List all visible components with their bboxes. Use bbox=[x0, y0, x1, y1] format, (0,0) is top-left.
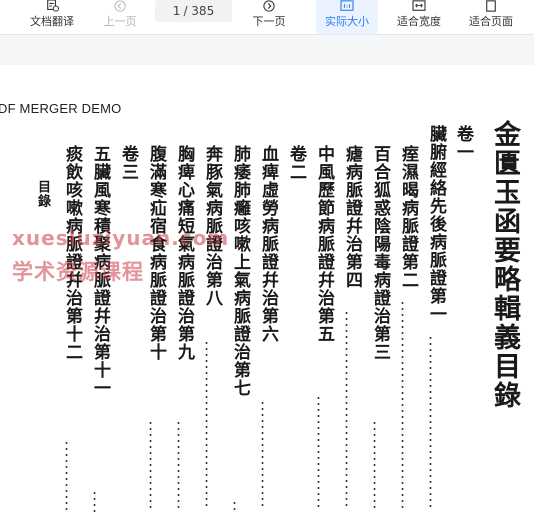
toc-entry: 肺痿肺癰咳嗽上氣病脈證治第七 bbox=[230, 145, 250, 397]
next-page-button[interactable]: 下一页 bbox=[241, 0, 297, 34]
fit-page-icon bbox=[486, 0, 496, 12]
toc-leader-dots bbox=[65, 440, 68, 510]
pdf-banner: DF MERGER DEMO bbox=[0, 101, 122, 116]
chevron-right-icon bbox=[263, 0, 275, 12]
toc-entry: 血痺虛勞病脈證幷治第六 bbox=[258, 145, 278, 343]
toc-leader-dots bbox=[205, 340, 208, 510]
toc-entry: 瘧病脈證幷治第四 bbox=[342, 145, 362, 289]
toc-leader-dots bbox=[177, 420, 180, 510]
prev-page-button[interactable]: 上一页 bbox=[92, 0, 148, 34]
document-title: 金匱玉函要略輯義目錄 bbox=[489, 120, 520, 410]
toc-leader-dots bbox=[261, 400, 264, 510]
fit-width-icon bbox=[412, 0, 426, 11]
toc-entry: 奔豚氣病脈證治第八 bbox=[202, 145, 222, 307]
toc-entry: 臟腑經絡先後病脈證第一 bbox=[426, 125, 446, 323]
page-total: / 385 bbox=[183, 4, 215, 18]
toc-leader-dots bbox=[373, 420, 376, 510]
actual-size-label: 实际大小 bbox=[325, 15, 369, 28]
toc-volume-1: 卷一 bbox=[453, 125, 473, 161]
toc-leader-dots bbox=[401, 300, 404, 510]
fit-page-label: 适合页面 bbox=[469, 15, 513, 28]
viewer-background bbox=[0, 35, 534, 65]
viewer-toolbar: 文档翻译 上一页 1 / 385 下一页 实际大小 适合宽度 适合页面 bbox=[0, 0, 534, 35]
translate-icon bbox=[47, 0, 59, 12]
toc-leader-dots bbox=[233, 500, 236, 512]
toc-entry: 五臟風寒積聚病脈證幷治第十一 bbox=[90, 145, 110, 397]
toc-leader-dots bbox=[429, 335, 432, 510]
toc-leader-dots bbox=[317, 395, 320, 510]
toc-volume-2: 卷二 bbox=[286, 145, 306, 181]
next-page-label: 下一页 bbox=[252, 15, 286, 28]
page-current-input[interactable]: 1 bbox=[173, 4, 181, 18]
toc-entry: 百合狐惑陰陽毒病證治第三 bbox=[370, 145, 390, 361]
toc-entry: 痓濕暍病脈證第二 bbox=[398, 145, 418, 289]
prev-page-label: 上一页 bbox=[103, 15, 137, 28]
toc-entry: 痰飲咳嗽病脈證幷治第十二 bbox=[62, 145, 82, 361]
toc-volume-3: 卷三 bbox=[118, 145, 138, 181]
fit-width-button[interactable]: 适合宽度 bbox=[388, 0, 450, 34]
actual-size-icon bbox=[340, 0, 354, 11]
fit-page-button[interactable]: 适合页面 bbox=[460, 0, 522, 34]
chevron-left-icon bbox=[114, 0, 126, 12]
toc-leader-dots bbox=[93, 490, 96, 512]
fit-width-label: 适合宽度 bbox=[397, 15, 441, 28]
translate-button[interactable]: 文档翻译 bbox=[22, 0, 82, 34]
page-number-box[interactable]: 1 / 385 bbox=[155, 0, 232, 22]
actual-size-button[interactable]: 实际大小 bbox=[316, 0, 378, 34]
toc-entry: 腹滿寒疝宿食病脈證治第十 bbox=[146, 145, 166, 361]
toc-leader-dots bbox=[149, 420, 152, 510]
toc-leader-dots bbox=[345, 310, 348, 510]
toc-entry: 胸痺心痛短氣病脈證治第九 bbox=[174, 145, 194, 361]
translate-label: 文档翻译 bbox=[30, 15, 74, 28]
toc-entry: 中風歷節病脈證幷治第五 bbox=[314, 145, 334, 343]
toc-side-label: 目錄 bbox=[35, 180, 50, 208]
